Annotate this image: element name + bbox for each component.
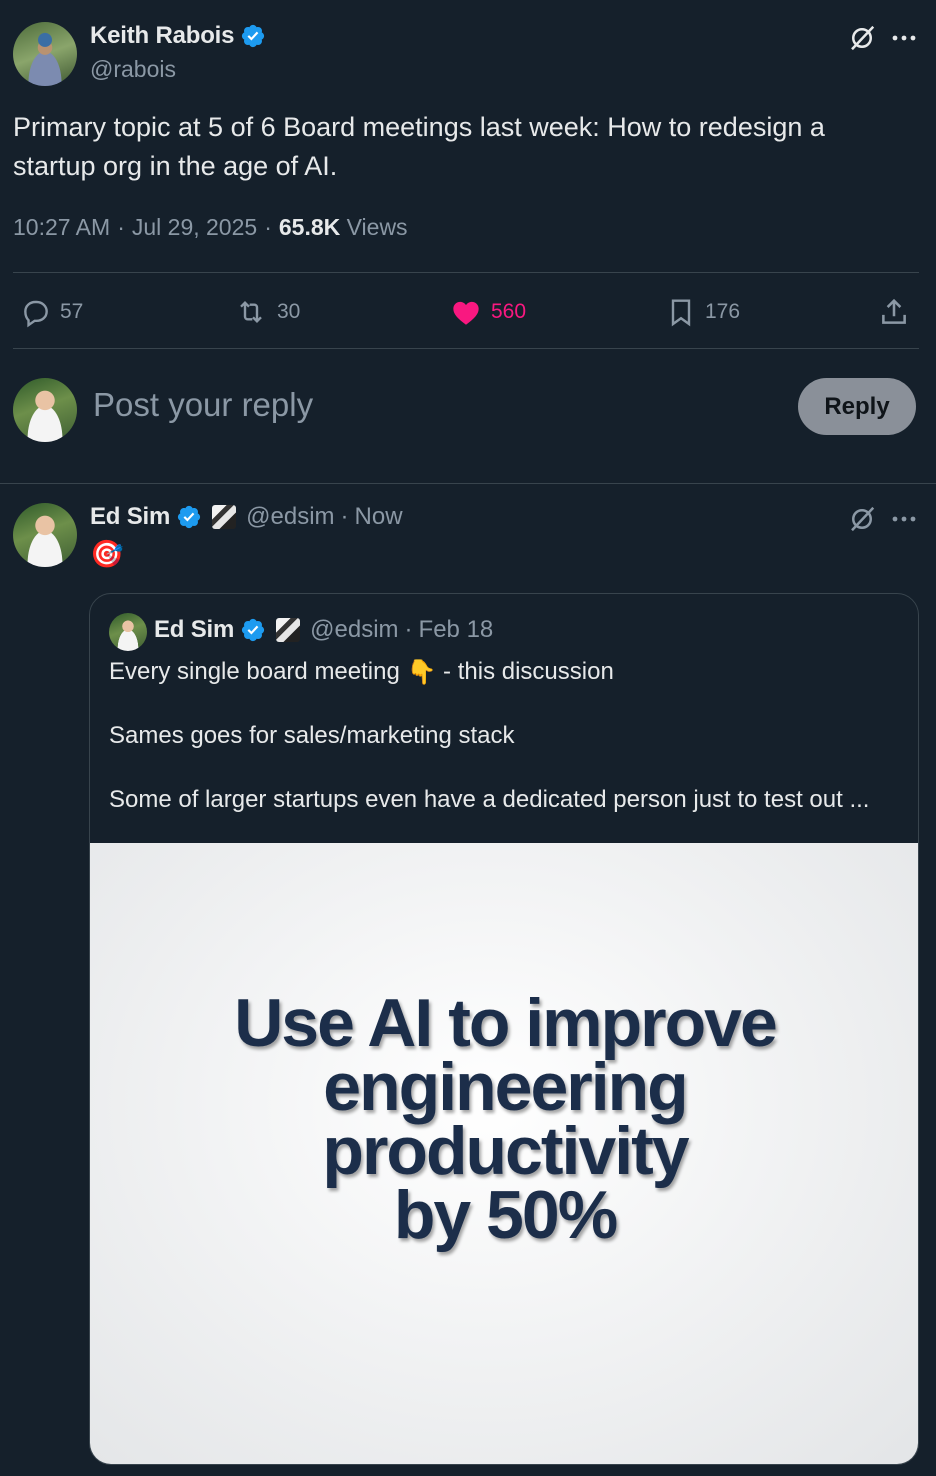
repost-action[interactable]: 30 [233,290,300,334]
more-icon[interactable] [888,24,920,52]
avatar[interactable] [13,22,77,86]
reply-count: 57 [60,300,84,323]
image-text: Use AI to improve engineering productivi… [90,985,918,1253]
quoted-image[interactable]: Use AI to improve engineering productivi… [90,843,918,1464]
separator: · [264,214,272,240]
bookmark-icon [671,299,691,327]
author-handle[interactable]: @rabois [90,56,176,83]
bookmark-action[interactable]: 176 [665,290,740,334]
tweet-text: Primary topic at 5 of 6 Board meetings l… [13,108,913,186]
share-action[interactable] [877,290,911,334]
verified-badge-icon [242,24,265,48]
author-row: Ed Sim @edsim · Now [90,503,403,531]
share-icon [882,298,906,324]
tweet-time[interactable]: Now [355,503,403,531]
tweet-time[interactable]: 10:27 AM [13,214,110,241]
reply-action[interactable]: 57 [20,290,83,334]
avatar[interactable] [13,503,77,567]
pointing-down-emoji: 👇 [406,659,437,687]
tweet-date[interactable]: Jul 29, 2025 [132,214,257,241]
author-handle[interactable]: @edsim [246,503,334,531]
separator: · [117,214,125,240]
divider [13,272,919,273]
views-count: 65.8K [278,214,341,240]
tweet-meta: 10:27 AM · Jul 29, 2025 · 65.8K Views [13,214,408,241]
affiliate-badge-icon[interactable] [212,505,237,529]
quoted-author-row: Ed Sim @edsim · Feb 18 [154,616,493,644]
grok-icon[interactable] [846,503,878,535]
author-name[interactable]: Ed Sim [90,503,170,531]
avatar [109,613,147,651]
quoted-text-part: Every single board meeting [109,658,400,685]
tweet-date: Feb 18 [418,616,494,643]
like-action[interactable]: 560 [449,290,526,334]
author-name: Ed Sim [154,616,235,643]
tweet-text-line: startup org in the age of AI. [13,151,338,181]
affiliate-badge-icon [276,618,301,642]
reply-emoji: 🎯 [90,539,124,569]
quoted-text-line: Some of larger startups even have a dedi… [109,786,870,813]
views-label: Views [346,214,408,240]
more-icon[interactable] [888,505,920,533]
reply-input[interactable]: Post your reply [93,386,313,424]
author-name[interactable]: Keith Rabois [90,22,234,50]
reply-button[interactable]: Reply [798,378,916,435]
quoted-text-line: Every single board meeting 👇 - this disc… [109,658,614,687]
avatar[interactable] [13,378,77,442]
quoted-tweet[interactable]: Ed Sim @edsim · Feb 18 Every single boar… [89,593,919,1465]
bookmark-count: 176 [705,300,741,323]
image-text-line: by 50% [393,1177,618,1253]
repost-count: 30 [277,300,301,323]
divider [0,483,936,484]
image-text-line: Use AI to improve [234,985,778,1061]
separator: · [340,503,349,530]
quoted-text-part: - this discussion [436,658,614,685]
author-row: Keith Rabois [90,22,266,50]
grok-icon[interactable] [846,22,878,54]
repost-icon [240,300,262,324]
separator: · [404,616,413,643]
reply-icon [24,300,48,328]
tweet-text-line: Primary topic at 5 of 6 Board meetings l… [13,112,825,142]
quoted-text-line: Sames goes for sales/marketing stack [109,722,515,749]
like-icon [453,301,479,325]
divider [13,348,919,349]
like-count: 560 [491,300,527,323]
author-handle: @edsim [310,616,399,643]
image-text-line: productivity [322,1113,689,1189]
verified-badge-icon [178,505,201,529]
image-text-line: engineering [323,1049,688,1125]
verified-badge-icon [242,618,265,642]
